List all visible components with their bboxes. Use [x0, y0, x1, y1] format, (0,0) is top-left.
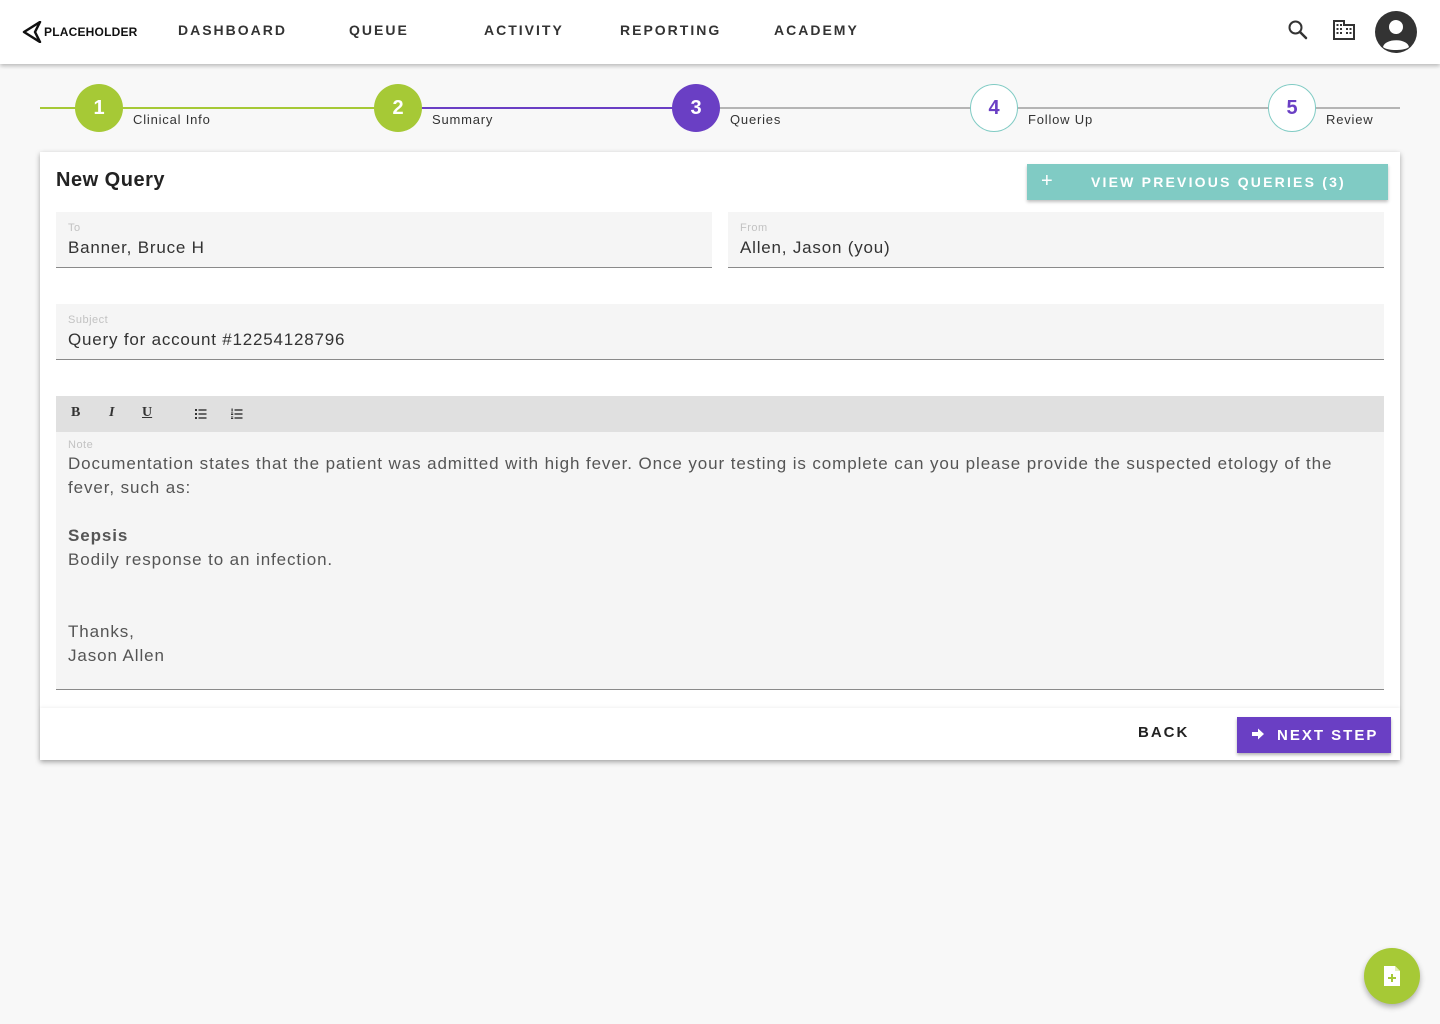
from-input[interactable]: [740, 238, 1331, 258]
nav-academy[interactable]: ACADEMY: [774, 22, 859, 38]
editor-toolbar: B I U: [56, 396, 1384, 432]
back-button[interactable]: BACK: [1138, 724, 1189, 741]
note-signature: Jason Allen: [68, 646, 165, 665]
from-field[interactable]: From: [728, 212, 1384, 268]
to-input[interactable]: [68, 238, 659, 258]
note-term: Sepsis: [68, 526, 129, 545]
nav-activity[interactable]: ACTIVITY: [484, 22, 564, 38]
to-field-label: To: [68, 222, 81, 234]
note-definition: Bodily response to an infection.: [68, 550, 334, 569]
step-5-label: Review: [1326, 112, 1374, 127]
next-step-label: NEXT STEP: [1277, 727, 1379, 744]
building-icon[interactable]: [1332, 18, 1356, 42]
view-previous-queries-label: VIEW PREVIOUS QUERIES (3): [1091, 174, 1346, 190]
step-2-label: Summary: [432, 112, 494, 127]
subject-field[interactable]: Subject: [56, 304, 1384, 360]
nav-dashboard[interactable]: DASHBOARD: [178, 22, 287, 38]
user-silhouette-icon: [1383, 20, 1409, 50]
card-title: New Query: [56, 169, 165, 191]
to-field[interactable]: To: [56, 212, 712, 268]
step-4-circle[interactable]: 4: [970, 84, 1018, 132]
step-3-circle[interactable]: 3: [672, 84, 720, 132]
subject-field-label: Subject: [68, 314, 109, 326]
bulleted-list-icon[interactable]: [195, 408, 207, 420]
italic-button[interactable]: I: [109, 405, 114, 421]
step-4-label: Follow Up: [1028, 112, 1093, 127]
numbered-list-icon[interactable]: [231, 408, 243, 420]
plus-icon: +: [1041, 170, 1055, 192]
arrow-right-icon: [1252, 728, 1264, 740]
nav-reporting[interactable]: REPORTING: [620, 22, 721, 38]
new-query-card: New Query + VIEW PREVIOUS QUERIES (3) To…: [40, 152, 1400, 760]
account-icon[interactable]: [1375, 11, 1417, 53]
step-5-circle[interactable]: 5: [1268, 84, 1316, 132]
add-document-button[interactable]: [1364, 948, 1420, 1004]
logo-mark-icon: [22, 21, 42, 43]
nav-queue[interactable]: QUEUE: [349, 22, 409, 38]
step-2-circle[interactable]: 2: [374, 84, 422, 132]
card-actions: BACK NEXT STEP: [40, 708, 1400, 760]
add-document-icon: [1384, 966, 1400, 986]
logo[interactable]: PLACEHOLDER: [22, 20, 138, 44]
note-intro: Documentation states that the patient wa…: [68, 454, 1333, 497]
step-1-label: Clinical Info: [133, 112, 211, 127]
from-field-label: From: [740, 222, 768, 234]
subject-input[interactable]: [68, 330, 1264, 350]
step-3-label: Queries: [730, 112, 782, 127]
step-1-circle[interactable]: 1: [75, 84, 123, 132]
note-body[interactable]: Documentation states that the patient wa…: [68, 452, 1368, 668]
top-navigation-bar: PLACEHOLDER DASHBOARD QUEUE ACTIVITY REP…: [0, 0, 1440, 64]
stepper-line-active: [400, 107, 696, 109]
note-signoff: Thanks,: [68, 622, 135, 641]
bold-button[interactable]: B: [71, 405, 80, 421]
note-label: Note: [68, 439, 94, 451]
note-editor[interactable]: Note Documentation states that the patie…: [56, 432, 1384, 690]
logo-text: PLACEHOLDER: [44, 25, 138, 39]
view-previous-queries-button[interactable]: + VIEW PREVIOUS QUERIES (3): [1027, 164, 1388, 200]
search-icon[interactable]: [1286, 18, 1310, 42]
underline-button[interactable]: U: [142, 405, 152, 421]
next-step-button[interactable]: NEXT STEP: [1237, 717, 1391, 753]
